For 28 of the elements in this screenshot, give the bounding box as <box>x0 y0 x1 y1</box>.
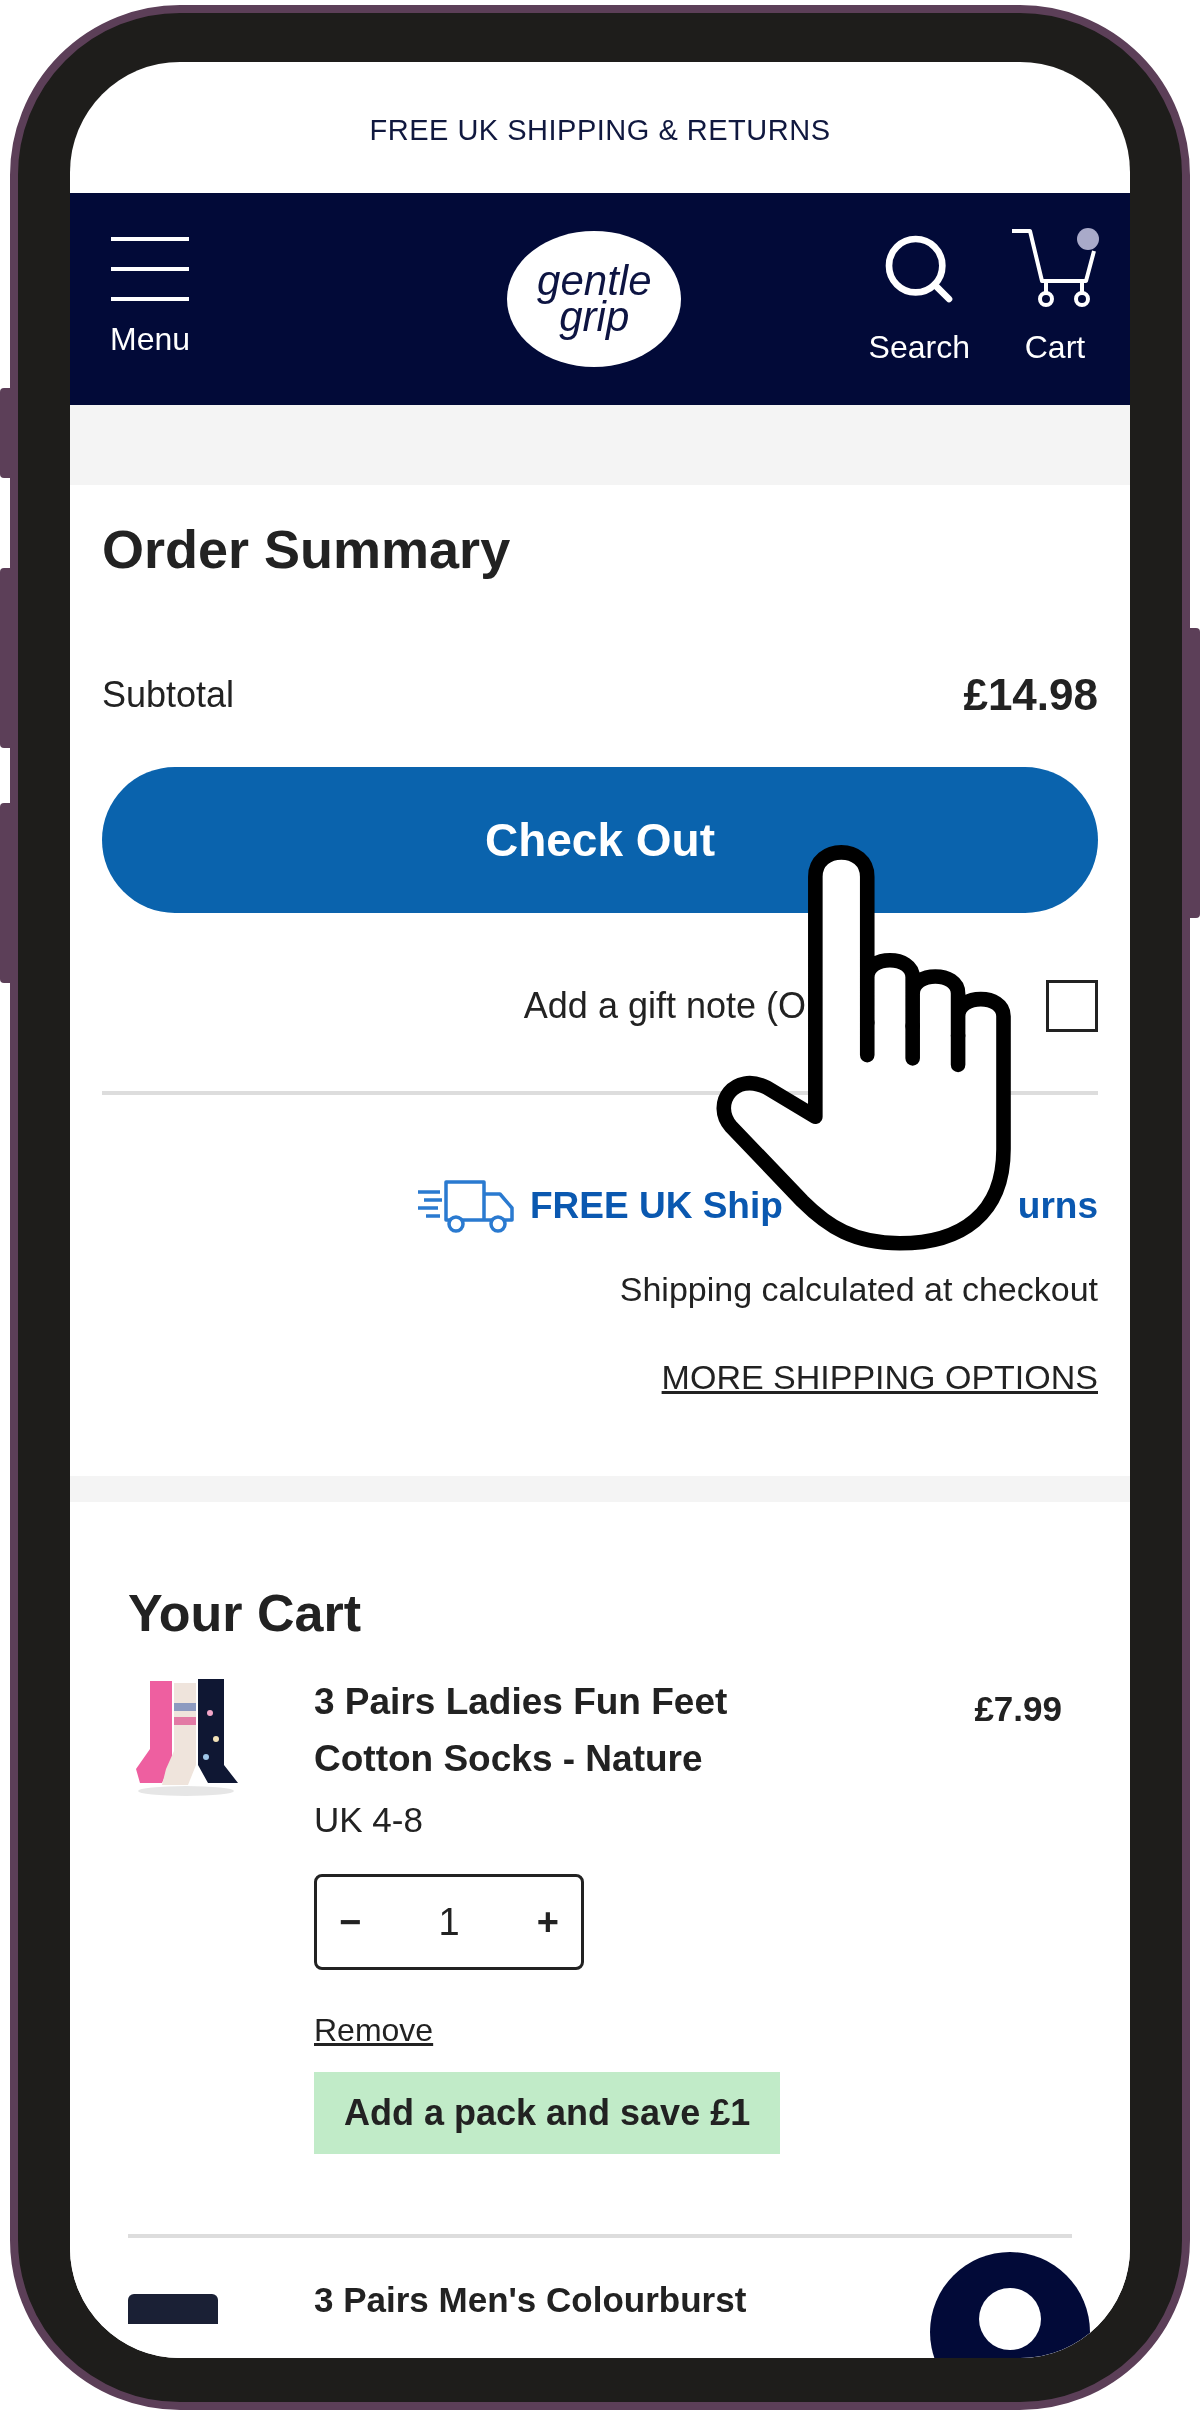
gift-note-checkbox[interactable] <box>1046 980 1098 1032</box>
gift-note-label: Add a gift note (O <box>523 984 806 1028</box>
product-name: 3 Pairs Men's Colourburst <box>314 2279 747 2322</box>
free-shipping-text: urns <box>1017 1184 1098 1229</box>
free-shipping-text: FREE UK Ship <box>529 1184 783 1229</box>
promo-badge: Add a pack and save £1 <box>314 2072 781 2155</box>
quantity-value: 1 <box>438 1899 460 1945</box>
order-summary-title: Order Summary <box>102 518 512 581</box>
product-price: £7.99 <box>974 1688 1062 1730</box>
cart-button[interactable]: Cart <box>1010 227 1100 371</box>
product-name: 3 Pairs Ladies Fun Feet Cotton Socks - Nature <box>314 1680 729 1782</box>
shipping-note: Shipping calculated at checkout <box>619 1269 1098 1310</box>
your-cart-title: Your Cart <box>128 1583 363 1644</box>
checkout-button[interactable]: Check Out <box>102 767 1098 913</box>
more-shipping-options-link[interactable]: MORE SHIPPING OPTIONS <box>661 1352 1098 1403</box>
decrease-quantity-button[interactable]: − <box>339 1893 362 1951</box>
menu-button[interactable]: Menu <box>100 235 200 363</box>
product-size: UK 4-8 <box>314 1798 423 1841</box>
subtotal-label: Subtotal <box>102 673 235 717</box>
subtotal-value: £14.98 <box>963 669 1098 721</box>
shipping-banner-text: FREE UK SHIPPING & RETURNS <box>369 112 831 148</box>
logo: gentle grip <box>507 231 682 367</box>
search-button[interactable]: Search <box>868 229 970 371</box>
truck-icon <box>415 1178 516 1234</box>
remove-link[interactable]: Remove <box>314 2006 434 2055</box>
increase-quantity-button[interactable]: + <box>536 1893 559 1951</box>
cart-icon <box>1010 227 1100 309</box>
menu-icon <box>109 235 191 303</box>
